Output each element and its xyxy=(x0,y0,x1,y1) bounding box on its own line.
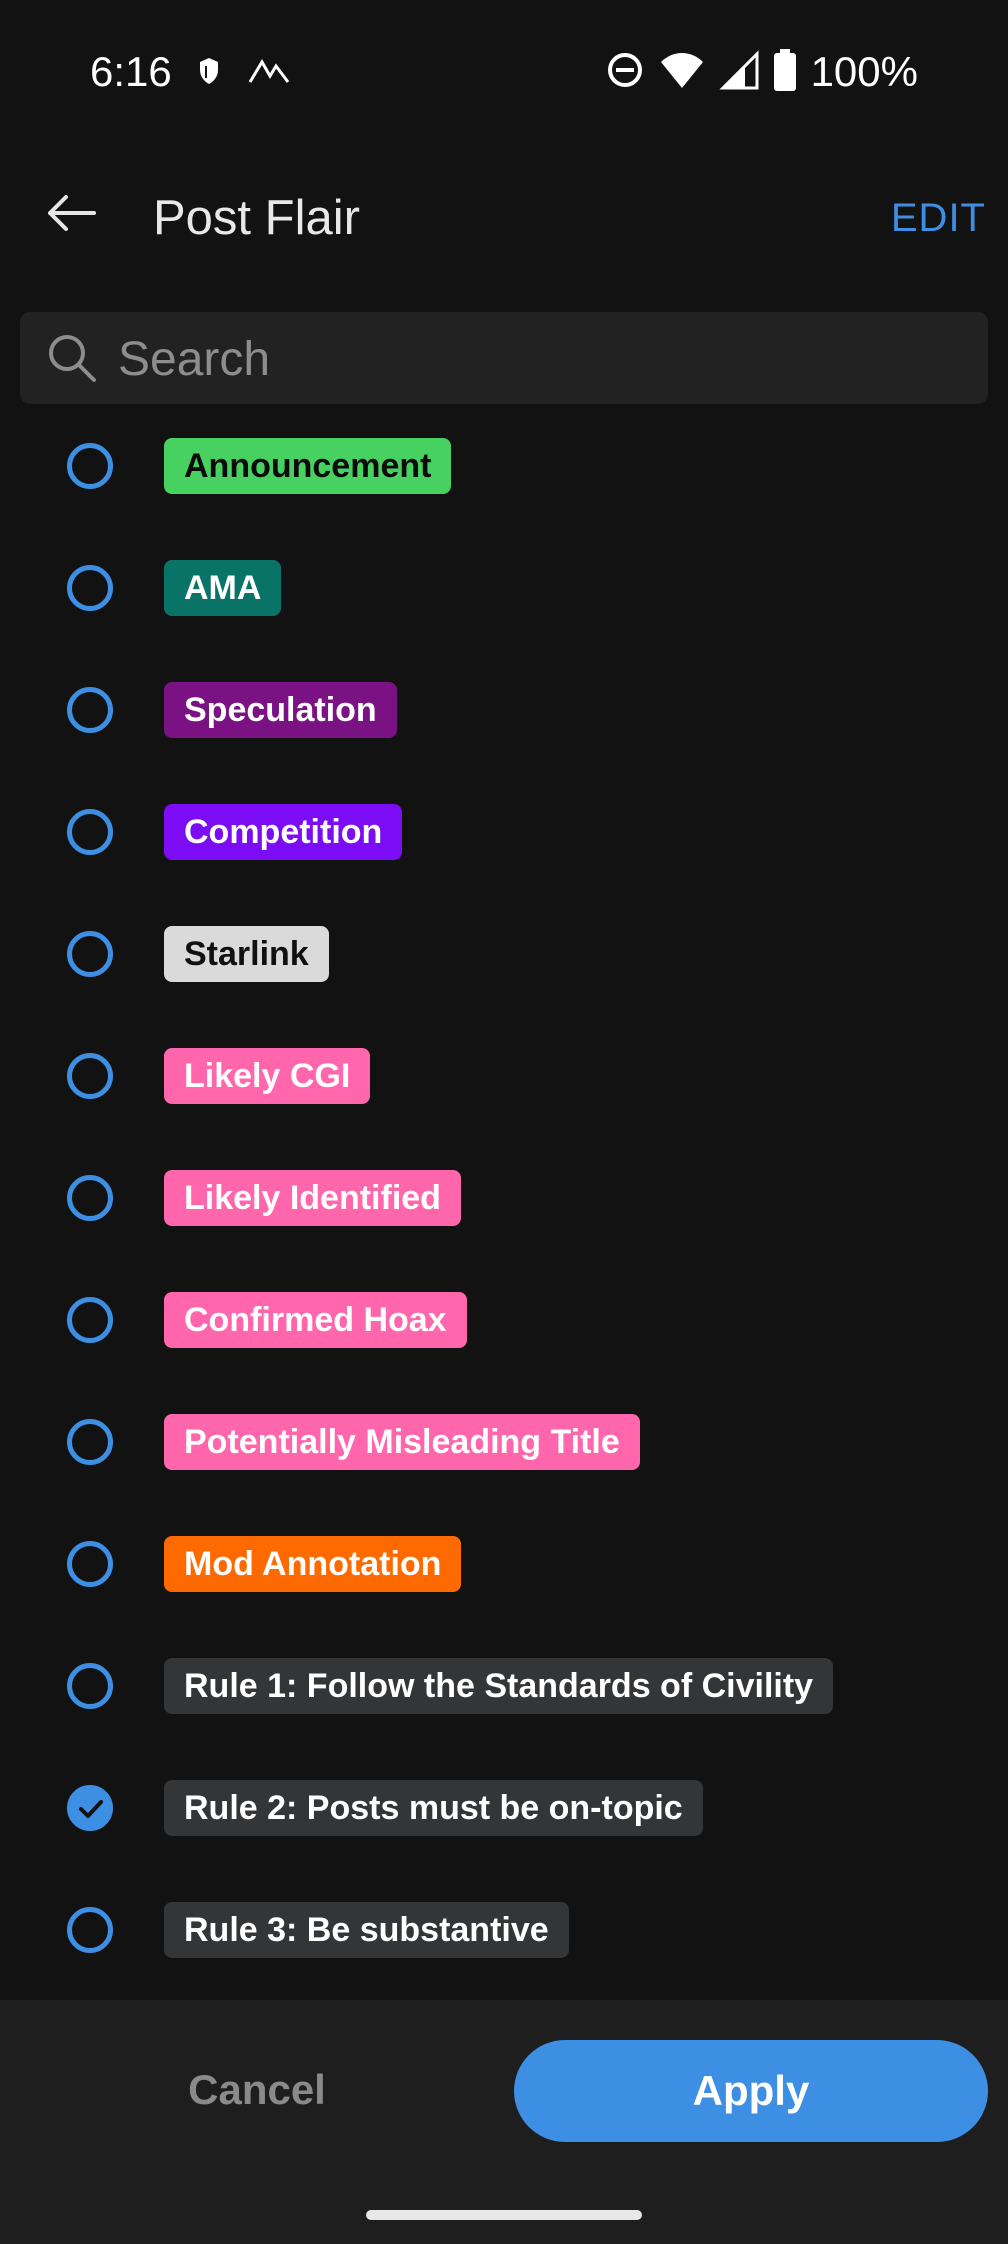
flair-row-potentially-misleading-title[interactable]: Potentially Misleading Title xyxy=(0,1381,1008,1503)
arrow-left-icon xyxy=(46,193,96,238)
flair-row-mod-annotation[interactable]: Mod Annotation xyxy=(0,1503,1008,1625)
flair-tag: Likely CGI xyxy=(164,1048,371,1104)
flair-tag: Rule 2: Posts must be on-topic xyxy=(164,1780,703,1836)
wifi-icon xyxy=(659,50,705,95)
status-bar: 6:16 100% xyxy=(0,0,1008,150)
battery-percentage: 100% xyxy=(810,48,918,95)
flair-tag: Starlink xyxy=(164,926,329,982)
radio-checked-icon[interactable] xyxy=(67,1785,113,1831)
flair-tag: Mod Annotation xyxy=(164,1536,462,1592)
shield-app-icon xyxy=(196,56,222,91)
radio-unchecked-icon[interactable] xyxy=(67,443,113,489)
radio-unchecked-icon[interactable] xyxy=(67,1663,113,1709)
flair-row-rule-2[interactable]: Rule 2: Posts must be on-topic xyxy=(0,1747,1008,1869)
system-status-icons: 100% xyxy=(605,48,918,96)
flair-row-likely-identified[interactable]: Likely Identified xyxy=(0,1137,1008,1259)
flair-tag: Confirmed Hoax xyxy=(164,1292,467,1348)
app-bar: Post Flair EDIT xyxy=(0,160,1008,280)
flair-row-rule-3[interactable]: Rule 3: Be substantive xyxy=(0,1869,1008,1991)
flair-tag: AMA xyxy=(164,560,282,616)
flair-tag: Speculation xyxy=(164,682,397,738)
cancel-button[interactable]: Cancel xyxy=(142,2040,372,2140)
search-icon xyxy=(46,332,98,384)
flair-row-starlink[interactable]: Starlink xyxy=(0,893,1008,1015)
radio-unchecked-icon[interactable] xyxy=(67,931,113,977)
radio-unchecked-icon[interactable] xyxy=(67,1541,113,1587)
flair-row-competition[interactable]: Competition xyxy=(0,771,1008,893)
search-input[interactable] xyxy=(116,326,960,392)
flair-row-announcement[interactable]: Announcement xyxy=(0,405,1008,527)
battery-icon xyxy=(773,48,797,96)
flair-row-likely-cgi[interactable]: Likely CGI xyxy=(0,1015,1008,1137)
radio-unchecked-icon[interactable] xyxy=(67,1907,113,1953)
radio-unchecked-icon[interactable] xyxy=(67,1419,113,1465)
flair-tag: Announcement xyxy=(164,438,452,494)
flair-tag: Rule 3: Be substantive xyxy=(164,1902,569,1958)
flair-row-confirmed-hoax[interactable]: Confirmed Hoax xyxy=(0,1259,1008,1381)
do-not-disturb-icon xyxy=(605,50,645,95)
action-footer: Cancel Apply xyxy=(0,2000,1008,2244)
flair-list: Announcement AMA Speculation Competition… xyxy=(0,405,1008,1991)
cell-signal-icon xyxy=(718,49,759,95)
radio-unchecked-icon[interactable] xyxy=(67,809,113,855)
flair-tag: Rule 1: Follow the Standards of Civility xyxy=(164,1658,834,1714)
notification-icons xyxy=(196,56,290,91)
edit-button[interactable]: EDIT xyxy=(891,196,986,241)
mountain-notification-icon xyxy=(248,56,290,91)
flair-tag: Competition xyxy=(164,804,403,860)
flair-row-speculation[interactable]: Speculation xyxy=(0,649,1008,771)
flair-tag: Likely Identified xyxy=(164,1170,461,1226)
back-button[interactable] xyxy=(40,184,102,246)
search-bar[interactable] xyxy=(20,312,988,404)
radio-unchecked-icon[interactable] xyxy=(67,1297,113,1343)
radio-unchecked-icon[interactable] xyxy=(67,687,113,733)
radio-unchecked-icon[interactable] xyxy=(67,1053,113,1099)
flair-row-ama[interactable]: AMA xyxy=(0,527,1008,649)
flair-row-rule-1[interactable]: Rule 1: Follow the Standards of Civility xyxy=(0,1625,1008,1747)
radio-unchecked-icon[interactable] xyxy=(67,1175,113,1221)
apply-button[interactable]: Apply xyxy=(514,2040,988,2142)
status-time: 6:16 xyxy=(90,48,172,95)
page-title: Post Flair xyxy=(153,191,360,245)
home-indicator[interactable] xyxy=(366,2210,642,2220)
flair-tag: Potentially Misleading Title xyxy=(164,1414,640,1470)
radio-unchecked-icon[interactable] xyxy=(67,565,113,611)
